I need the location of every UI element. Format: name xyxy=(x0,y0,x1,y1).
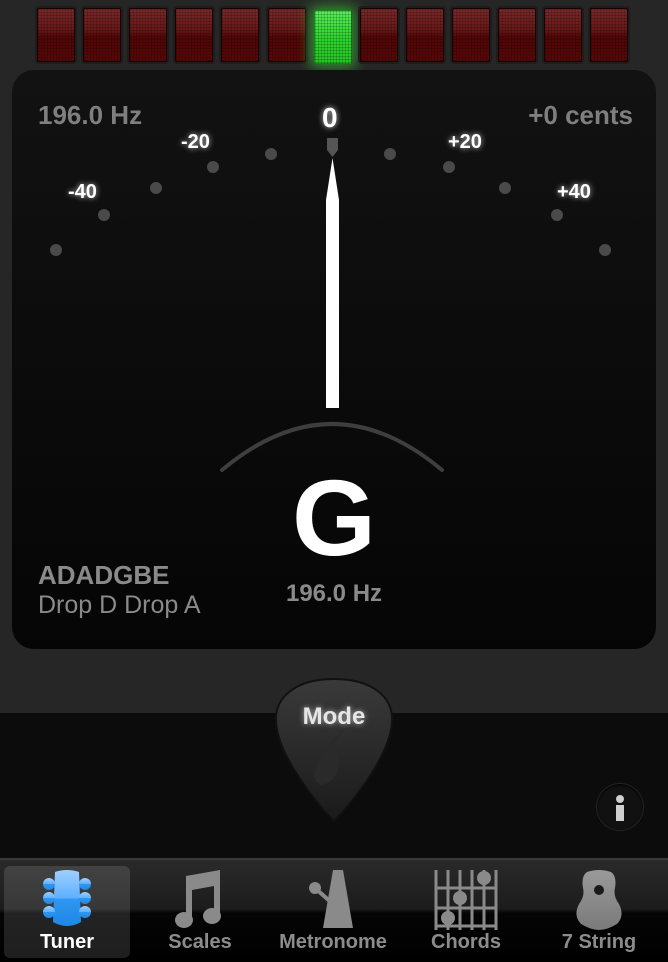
tuner-needle xyxy=(326,158,339,408)
needle-gauge xyxy=(220,138,444,472)
info-icon xyxy=(616,795,624,821)
tab-label: Scales xyxy=(168,931,232,953)
tab-bar: Tuner Scales Metronome Chords 7 String xyxy=(0,858,668,962)
mode-button[interactable] xyxy=(272,675,396,825)
guitar-body-icon xyxy=(576,870,622,930)
info-button[interactable] xyxy=(597,784,643,830)
chord-diagram-icon xyxy=(434,870,498,930)
center-marker xyxy=(327,138,338,157)
guitar-headstock-icon xyxy=(43,870,91,926)
tuning-name: Drop D Drop A xyxy=(38,591,201,619)
tab-metronome[interactable]: Metronome xyxy=(270,866,396,958)
metronome-icon xyxy=(309,870,353,928)
tab-label: Tuner xyxy=(39,931,95,953)
tab-label: 7 String xyxy=(561,931,637,953)
tab-chords[interactable]: Chords xyxy=(403,866,529,958)
tab-label: Metronome xyxy=(279,931,387,953)
tab-tuner[interactable]: Tuner xyxy=(4,866,130,958)
tab-scales[interactable]: Scales xyxy=(137,866,263,958)
music-note-icon xyxy=(175,870,221,928)
tab-label: Chords xyxy=(431,931,501,953)
tab-7-string[interactable]: 7 String xyxy=(536,866,662,958)
mode-button-label[interactable]: Mode xyxy=(272,703,396,731)
tuning-notes: ADADGBE xyxy=(38,560,170,590)
